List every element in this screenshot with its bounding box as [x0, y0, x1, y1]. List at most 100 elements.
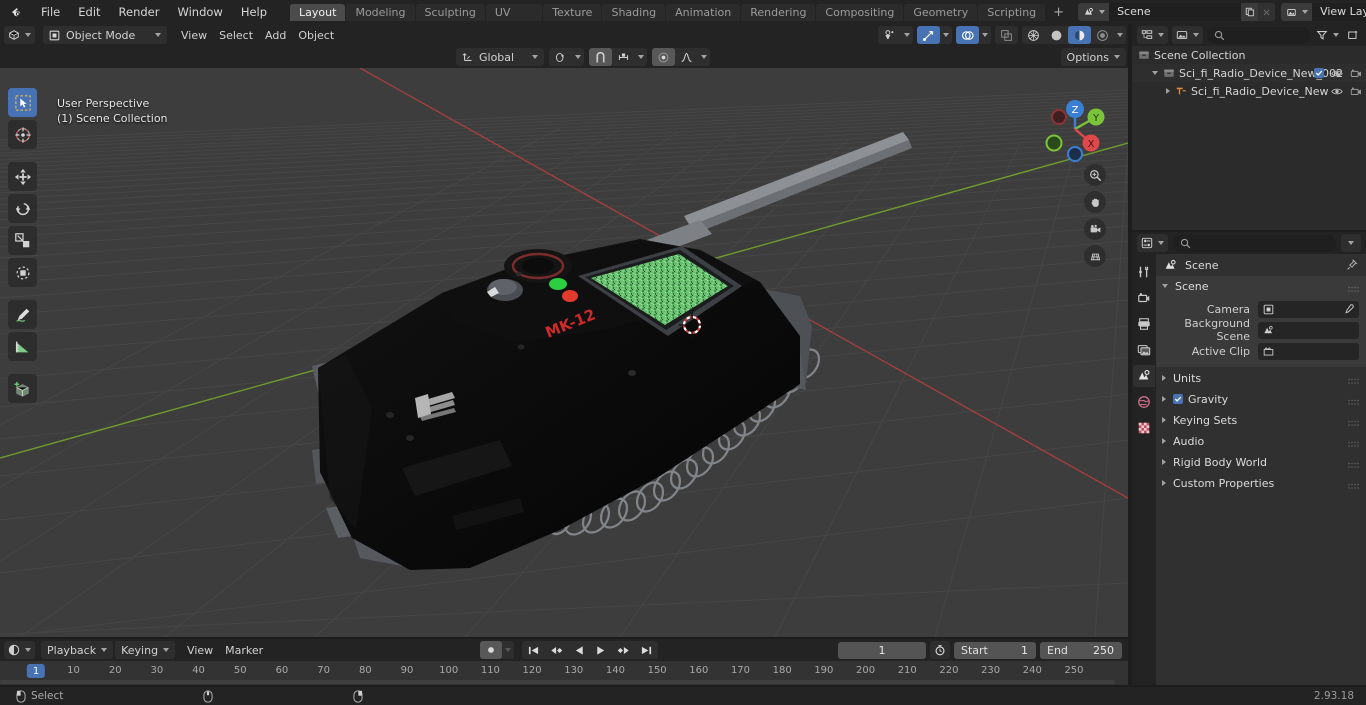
ortho-persp-icon[interactable]	[1084, 245, 1106, 267]
move-tool[interactable]	[8, 162, 37, 191]
viewport-menu-select[interactable]: Select	[213, 26, 259, 44]
viewport-menu-view[interactable]: View	[175, 26, 213, 44]
chevron-right-icon[interactable]	[1166, 88, 1170, 94]
proportional-edit-icon[interactable]	[652, 48, 676, 66]
texture-tab[interactable]	[1133, 417, 1155, 439]
overlay-dropdown-icon[interactable]	[979, 26, 991, 44]
panel-custom-properties[interactable]: Custom Properties	[1156, 473, 1366, 493]
panel-rigid-body-world[interactable]: Rigid Body World	[1156, 452, 1366, 472]
outliner-search-input[interactable]	[1207, 26, 1310, 44]
view-layer-name[interactable]: View Layer	[1312, 3, 1366, 21]
pivot-point-selector[interactable]	[549, 48, 585, 66]
outliner-display-mode[interactable]	[1137, 26, 1168, 44]
proportional-edit-group[interactable]	[652, 48, 711, 66]
background-scene-field[interactable]	[1258, 321, 1359, 339]
mode-selector[interactable]: Object Mode	[43, 26, 167, 44]
camera-icon[interactable]	[1350, 86, 1362, 97]
shading-solid-icon[interactable]	[1045, 26, 1068, 44]
snap-magnet-icon[interactable]	[589, 48, 613, 66]
active-clip-field[interactable]	[1258, 342, 1359, 360]
outliner-row[interactable]: Sci_fi_Radio_Device_New_002	[1132, 64, 1366, 82]
view-layer-tab[interactable]	[1133, 339, 1155, 361]
transform-orientation-selector[interactable]: Global	[456, 48, 545, 66]
shading-wireframe-icon[interactable]	[1022, 26, 1045, 44]
jump-to-end-button[interactable]	[635, 641, 658, 659]
outliner-editor[interactable]: Scene Collection Sci_fi_Radio_Device_New_…	[1132, 24, 1366, 230]
pan-hand-icon[interactable]	[1084, 191, 1106, 213]
cursor-tool[interactable]	[8, 120, 37, 149]
annotate-tool[interactable]	[8, 300, 37, 329]
play-button[interactable]	[590, 641, 611, 659]
workspace-tab-modeling[interactable]: Modeling	[346, 3, 415, 21]
workspace-tab-geometry-nodes[interactable]: Geometry Nodes	[904, 3, 978, 36]
snap-dropdown-icon[interactable]	[635, 48, 647, 66]
workspace-tab-uv-editing[interactable]: UV Editing	[485, 3, 543, 36]
use-preview-range-button[interactable]	[930, 641, 950, 659]
panel-audio[interactable]: Audio	[1156, 431, 1366, 451]
play-reverse-button[interactable]	[569, 641, 590, 659]
chevron-down-icon[interactable]	[1152, 71, 1158, 75]
transport-controls[interactable]	[522, 641, 658, 659]
menu-render[interactable]: Render	[110, 2, 169, 22]
zoom-icon[interactable]	[1084, 164, 1106, 186]
snap-target-icon[interactable]	[612, 48, 635, 66]
timeline-marker-menu[interactable]: Marker	[219, 641, 269, 659]
keying-menu[interactable]: Keying	[115, 641, 176, 659]
shading-rendered-icon[interactable]	[1091, 26, 1114, 44]
viewport-menu-add[interactable]: Add	[259, 26, 292, 44]
falloff-dropdown-icon[interactable]	[698, 48, 710, 66]
scene-selector[interactable]: Scene	[1078, 3, 1276, 21]
workspace-tab-rendering[interactable]: Rendering	[741, 3, 816, 21]
start-frame-field[interactable]: Start 1	[954, 641, 1036, 659]
jump-to-next-keyframe-button[interactable]	[611, 641, 635, 659]
show-gizmo-icon[interactable]	[917, 26, 940, 44]
menu-edit[interactable]: Edit	[69, 2, 109, 22]
rotate-tool[interactable]	[8, 194, 37, 223]
workspace-tab-texture-paint[interactable]: Texture Paint	[543, 3, 602, 36]
timeline-editor-type[interactable]	[4, 641, 35, 659]
current-frame-field[interactable]: 1	[838, 641, 926, 659]
properties-options-dropdown[interactable]	[1341, 234, 1361, 252]
auto-keying-dropdown-icon[interactable]	[502, 641, 514, 659]
checkbox-enabled[interactable]	[1173, 394, 1183, 404]
camera-field[interactable]	[1258, 300, 1359, 318]
pivot-dropdown-icon[interactable]	[572, 48, 584, 66]
xray-toggle[interactable]	[995, 26, 1018, 44]
menu-window[interactable]: Window	[168, 2, 231, 22]
blender-logo-icon[interactable]	[8, 5, 23, 20]
properties-editor[interactable]: Scene Scene Camera Background Scene Acti…	[1132, 232, 1366, 685]
tool-tab[interactable]	[1133, 261, 1155, 283]
add-cube-tool[interactable]	[8, 374, 37, 403]
jump-to-start-button[interactable]	[522, 641, 545, 659]
outliner-row[interactable]: Scene Collection	[1132, 46, 1366, 64]
gizmo-dropdown-icon[interactable]	[940, 26, 952, 44]
render-tab[interactable]	[1133, 287, 1155, 309]
add-workspace-button[interactable]: +	[1046, 4, 1071, 21]
editor-type-selector[interactable]	[4, 26, 35, 44]
workspace-tab-shading[interactable]: Shading	[602, 3, 666, 21]
timeline-ruler[interactable]: 10 20 30 40 50 60 70 80 90 100 110 120 130 140 150 160 1…	[0, 661, 1128, 685]
checkbox-enabled[interactable]	[1314, 68, 1324, 78]
camera-view-icon[interactable]	[1084, 218, 1106, 240]
tweak-select-box-tool[interactable]	[8, 88, 37, 117]
falloff-curve-icon[interactable]	[675, 48, 698, 66]
outliner-row[interactable]: Sci_fi_Radio_Device_New	[1132, 82, 1366, 100]
menu-file[interactable]: File	[32, 2, 69, 22]
workspace-tab-sculpting[interactable]: Sculpting	[415, 3, 485, 21]
overlay-toggle-group[interactable]	[956, 26, 991, 44]
navigation-gizmo[interactable]: Z Y X	[1040, 94, 1110, 164]
world-tab[interactable]	[1133, 391, 1155, 413]
timeline-editor[interactable]: Playback Keying View Marker 1 Start 1 En…	[0, 639, 1128, 685]
new-scene-button[interactable]	[1241, 3, 1259, 21]
workspace-tab-animation[interactable]: Animation	[666, 3, 741, 21]
jump-to-prev-keyframe-button[interactable]	[545, 641, 569, 659]
playhead[interactable]: 1	[26, 664, 46, 678]
unlink-scene-button[interactable]	[1258, 3, 1276, 21]
scene-name[interactable]: Scene	[1109, 3, 1242, 21]
timeline-hscrollbar[interactable]	[0, 680, 1115, 684]
workspace-tab-scripting[interactable]: Scripting	[978, 3, 1046, 21]
viewport-menu-object[interactable]: Object	[292, 26, 340, 44]
show-overlays-icon[interactable]	[956, 26, 979, 44]
auto-keying-icon[interactable]	[480, 641, 502, 659]
measure-tool[interactable]	[8, 332, 37, 361]
